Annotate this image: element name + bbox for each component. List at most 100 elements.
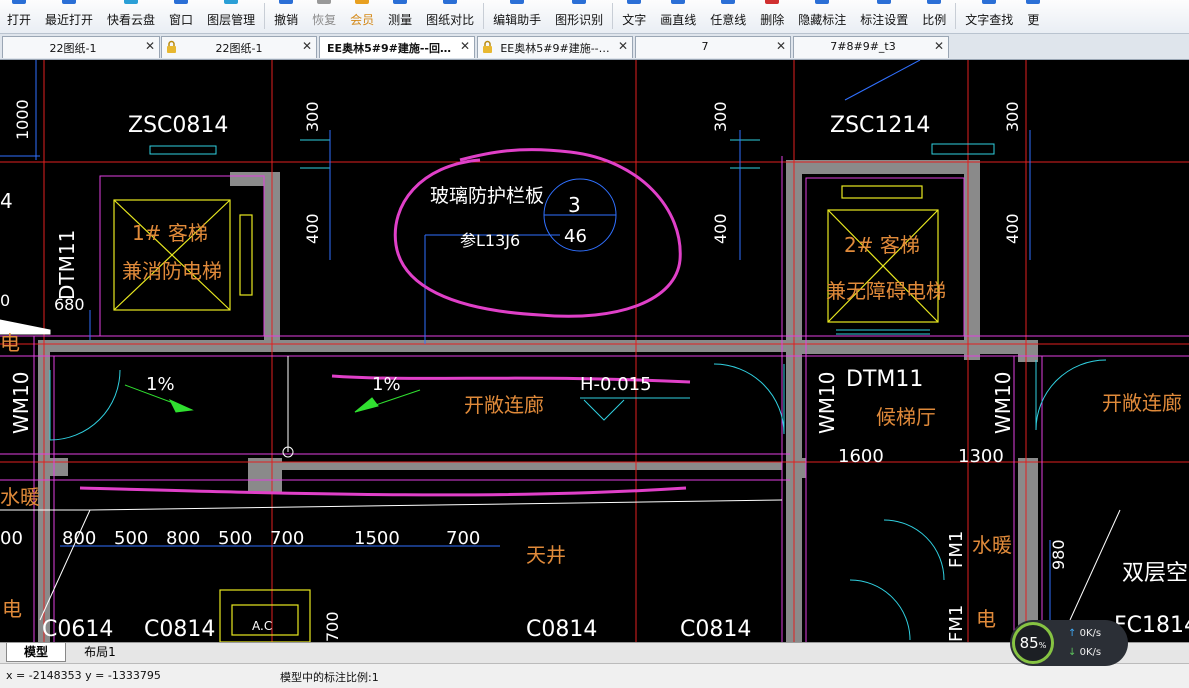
close-icon[interactable]: ✕ bbox=[145, 39, 155, 53]
dim-300-b: 300 bbox=[711, 101, 730, 132]
layout-tab-layout1[interactable]: 布局1 bbox=[70, 643, 130, 662]
wm-label-c: WM10 bbox=[991, 372, 1015, 434]
dim-row-7: 700 bbox=[446, 528, 480, 549]
elevator2-label-b: 兼无障碍电梯 bbox=[826, 279, 946, 303]
hide-icon bbox=[815, 0, 830, 4]
lobby-label: 候梯厅 bbox=[876, 405, 936, 429]
close-icon[interactable]: ✕ bbox=[618, 39, 628, 53]
toolbar-button-label: 比例 bbox=[922, 13, 947, 27]
gauge-percent: 85 bbox=[1019, 634, 1039, 652]
dim-row-1: 800 bbox=[62, 528, 96, 549]
toolbar-button-8[interactable]: 测量 bbox=[381, 0, 419, 33]
upload-speed: ↑ 0K/s bbox=[1068, 628, 1101, 639]
toolbar-button-label: 恢复 bbox=[312, 13, 337, 27]
toolbar-button-19[interactable]: 文字查找 bbox=[958, 0, 1020, 33]
document-tab-3[interactable]: EE奥林5#9#建施--… ✕ bbox=[477, 36, 633, 58]
toolbar-button-9[interactable]: 图纸对比 bbox=[419, 0, 481, 33]
dim-row-5: 700 bbox=[270, 528, 304, 549]
toolbar-button-4[interactable]: 图层管理 bbox=[200, 0, 262, 33]
cad-drawing: 1# 客梯 兼消防电梯 2# 客梯 兼无障碍电梯 开敞连廊 开敞连廊 候梯厅 水… bbox=[0, 60, 1189, 642]
close-icon[interactable]: ✕ bbox=[776, 39, 786, 53]
document-tab-1[interactable]: 22图纸-1 ✕ bbox=[161, 36, 317, 58]
toolbar-button-10[interactable]: 编辑助手 bbox=[486, 0, 548, 33]
elevator2-label-a: 2# 客梯 bbox=[844, 233, 920, 257]
toolbar-separator bbox=[483, 3, 485, 29]
lock-icon bbox=[166, 40, 177, 53]
annotation-scale: 模型中的标注比例:1 bbox=[280, 671, 379, 684]
lock-icon bbox=[482, 40, 493, 53]
toolbar-button-12[interactable]: 文字 bbox=[615, 0, 653, 33]
recognize-icon bbox=[572, 0, 587, 4]
toolbar-button-15[interactable]: 删除 bbox=[753, 0, 791, 33]
toolbar-separator bbox=[612, 3, 614, 29]
toolbar-button-14[interactable]: 任意线 bbox=[703, 0, 753, 33]
elevator1-label-b: 兼消防电梯 bbox=[122, 259, 222, 283]
delete-icon bbox=[765, 0, 780, 4]
detail-circle-bottom: 46 bbox=[564, 226, 587, 247]
dim-1000: 1000 bbox=[13, 99, 32, 140]
toolbar-button-17[interactable]: 标注设置 bbox=[853, 0, 915, 33]
drawing-canvas[interactable]: 1# 客梯 兼消防电梯 2# 客梯 兼无障碍电梯 开敞连廊 开敞连廊 候梯厅 水… bbox=[0, 60, 1189, 642]
document-tab-0[interactable]: 22图纸-1 ✕ bbox=[2, 36, 160, 58]
redo-icon bbox=[317, 0, 332, 4]
toolbar-button-2[interactable]: 快看云盘 bbox=[100, 0, 162, 33]
close-icon[interactable]: ✕ bbox=[460, 39, 470, 53]
dim-row-0: 00 bbox=[0, 528, 23, 549]
slope-label-a: 1% bbox=[146, 374, 175, 395]
toolbar-button-3[interactable]: 窗口 bbox=[162, 0, 200, 33]
dim-1600: 1600 bbox=[838, 446, 884, 467]
fm-label-a: FM1 bbox=[946, 531, 967, 568]
network-speed-widget[interactable]: 85% ↑ 0K/s ↓ 0K/s bbox=[1010, 620, 1128, 666]
status-bar: x = -2148353 y = -1333795 模型中的标注比例:1 bbox=[0, 663, 1189, 688]
dim-row-2: 500 bbox=[114, 528, 148, 549]
elevation-label: H-0.015 bbox=[580, 374, 652, 395]
toolbar-button-6[interactable]: 恢复 bbox=[305, 0, 343, 33]
shuinuan-label-right: 水暖 bbox=[972, 533, 1012, 557]
reference-label: 参L13J6 bbox=[460, 231, 520, 250]
toolbar-button-label: 最近打开 bbox=[45, 13, 94, 27]
open-corridor-label-b: 开敞连廊 bbox=[1102, 391, 1182, 415]
zsc-right-label: ZSC1214 bbox=[830, 113, 930, 138]
dtm-right-label: DTM11 bbox=[846, 367, 923, 392]
toolbar-separator bbox=[955, 3, 957, 29]
double-space-label: 双层空 bbox=[1122, 561, 1188, 586]
toolbar-button-1[interactable]: 最近打开 bbox=[38, 0, 100, 33]
toolbar-button-13[interactable]: 画直线 bbox=[653, 0, 703, 33]
toolbar-button-0[interactable]: 打开 bbox=[0, 0, 38, 33]
toolbar-button-label: 标注设置 bbox=[860, 13, 909, 27]
toolbar-button-20[interactable]: 更 bbox=[1020, 0, 1046, 33]
memory-gauge: 85% bbox=[1012, 622, 1054, 664]
document-tab-5[interactable]: 7#8#9#_t3 ✕ bbox=[793, 36, 949, 58]
document-tab-label: 22图纸-1 bbox=[49, 42, 97, 55]
toolbar-button-label: 删除 bbox=[760, 13, 785, 27]
layout-tab-model[interactable]: 模型 bbox=[6, 643, 66, 662]
toolbar-button-label: 图层管理 bbox=[207, 13, 256, 27]
dtm-left-label: DTM11 bbox=[55, 230, 79, 300]
gauge-percent-unit: % bbox=[1038, 641, 1047, 650]
close-icon[interactable]: ✕ bbox=[302, 39, 312, 53]
scale-icon bbox=[927, 0, 942, 4]
more-icon bbox=[1026, 0, 1041, 4]
toolbar-button-18[interactable]: 比例 bbox=[915, 0, 953, 33]
toolbar-button-label: 任意线 bbox=[710, 13, 747, 27]
dim-row-4: 500 bbox=[218, 528, 252, 549]
toolbar-button-16[interactable]: 隐藏标注 bbox=[791, 0, 853, 33]
document-tab-4[interactable]: 7 ✕ bbox=[635, 36, 791, 58]
close-icon[interactable]: ✕ bbox=[934, 39, 944, 53]
wm-label-a: WM10 bbox=[9, 372, 33, 434]
toolbar-button-label: 打开 bbox=[7, 13, 32, 27]
toolbar-button-label: 隐藏标注 bbox=[798, 13, 847, 27]
toolbar-button-label: 快看云盘 bbox=[107, 13, 156, 27]
settings-icon bbox=[877, 0, 892, 4]
download-speed: ↓ 0K/s bbox=[1068, 647, 1101, 658]
dim-400-c: 400 bbox=[1003, 213, 1022, 244]
document-tab-label: EE奥林5#9#建施--… bbox=[500, 42, 610, 55]
document-tab-2[interactable]: EE奥林5#9#建施--回… ✕ bbox=[319, 36, 475, 58]
toolbar-button-7[interactable]: 会员 bbox=[343, 0, 381, 33]
tianjing-label: 天井 bbox=[526, 543, 566, 567]
dim-300-a: 300 bbox=[303, 101, 322, 132]
toolbar-separator bbox=[264, 3, 266, 29]
dian-label-bottomleft: 电 bbox=[2, 597, 22, 621]
toolbar-button-11[interactable]: 图形识别 bbox=[548, 0, 610, 33]
toolbar-button-5[interactable]: 撤销 bbox=[267, 0, 305, 33]
